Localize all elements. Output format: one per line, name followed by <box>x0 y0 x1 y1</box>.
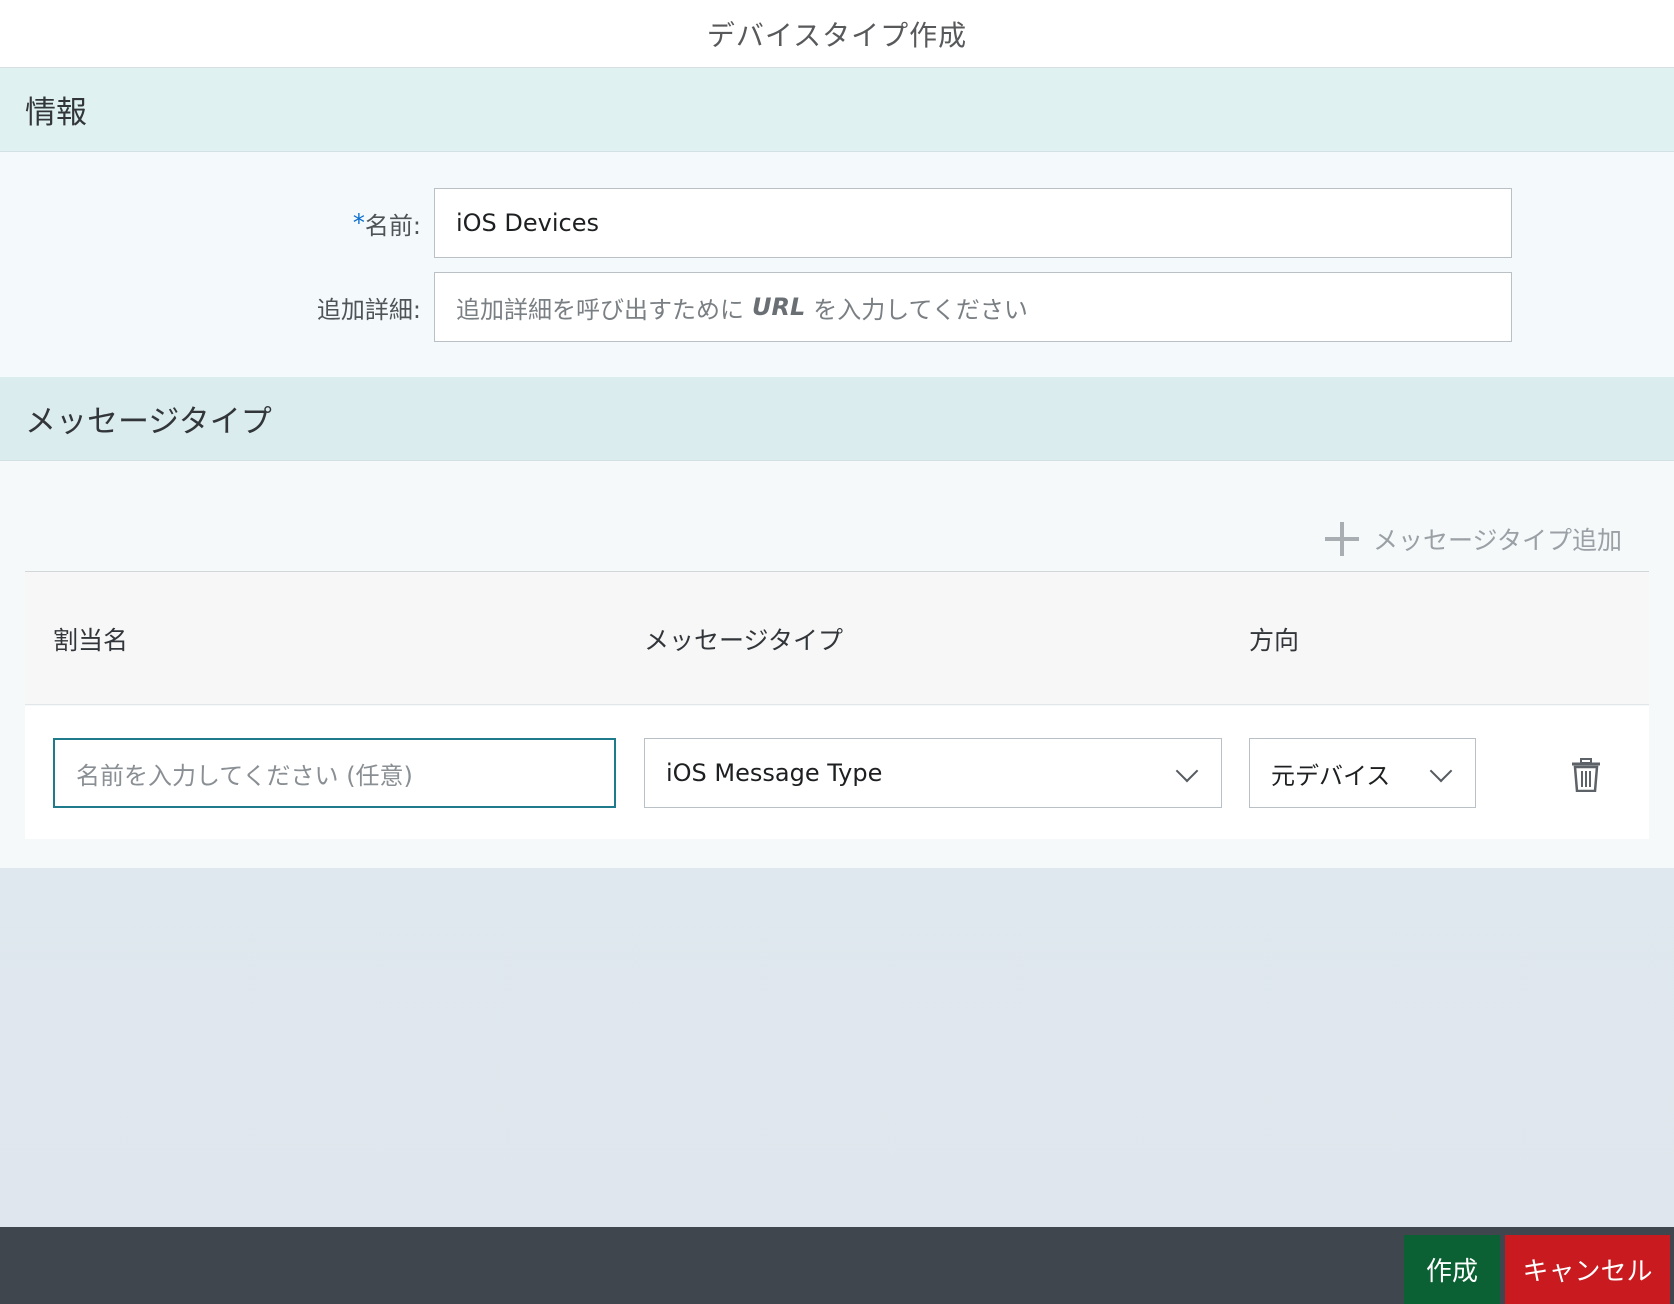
table-header: 割当名 メッセージタイプ 方向 <box>25 572 1649 705</box>
message-type-section-body: メッセージタイプ追加 割当名 メッセージタイプ 方向 名前を入力してください (… <box>0 461 1674 868</box>
add-message-type-button[interactable]: メッセージタイプ追加 <box>1324 509 1622 569</box>
dialog-title-bar: デバイスタイプ作成 <box>0 0 1674 68</box>
details-placeholder-after: を入力してください <box>813 295 1028 324</box>
chevron-down-icon <box>1175 759 1199 783</box>
message-type-section-header: メッセージタイプ <box>0 377 1674 461</box>
chevron-down-icon <box>1429 759 1453 783</box>
column-header-message-type: メッセージタイプ <box>644 625 844 655</box>
details-url-input[interactable]: 追加詳細を呼び出すために URL を入力してください <box>434 272 1512 342</box>
message-type-section-title: メッセージタイプ <box>25 404 272 440</box>
assigned-name-placeholder: 名前を入力してください (任意) <box>76 761 413 790</box>
assigned-name-input[interactable]: 名前を入力してください (任意) <box>53 738 616 808</box>
table-row: 名前を入力してください (任意) iOS Message Type 元デバイス <box>25 706 1649 839</box>
create-button[interactable]: 作成 <box>1404 1235 1500 1304</box>
details-row: 追加詳細: 追加詳細を呼び出すために URL を入力してください <box>0 272 1674 342</box>
details-placeholder-before: 追加詳細を呼び出すために <box>456 295 744 324</box>
direction-select[interactable]: 元デバイス <box>1249 738 1476 808</box>
name-label: * 名前: <box>353 188 421 258</box>
message-type-table: 割当名 メッセージタイプ 方向 名前を入力してください (任意) iOS Mes… <box>25 571 1649 839</box>
name-label-text: 名前: <box>364 211 421 240</box>
message-type-selected-value: iOS Message Type <box>666 759 883 787</box>
info-section-body: * 名前: iOS Devices 追加詳細: 追加詳細を呼び出すために URL… <box>0 152 1674 377</box>
message-type-select[interactable]: iOS Message Type <box>644 738 1222 808</box>
dialog-title: デバイスタイプ作成 <box>706 18 968 52</box>
name-row: * 名前: iOS Devices <box>0 188 1674 258</box>
plus-icon <box>1324 522 1359 556</box>
name-input[interactable]: iOS Devices <box>434 188 1512 258</box>
direction-selected-value: 元デバイス <box>1271 761 1391 790</box>
required-mark: * <box>352 209 365 237</box>
name-input-value: iOS Devices <box>456 209 600 237</box>
details-label: 追加詳細: <box>317 272 421 342</box>
info-section-header: 情報 <box>0 68 1674 152</box>
details-label-text: 追加詳細: <box>316 295 421 324</box>
column-header-direction: 方向 <box>1249 625 1300 655</box>
details-placeholder-url: URL <box>752 293 806 321</box>
dialog-footer: 作成 キャンセル <box>0 1227 1674 1304</box>
cancel-button[interactable]: キャンセル <box>1505 1235 1670 1304</box>
trash-icon[interactable] <box>1571 758 1601 792</box>
info-section-title: 情報 <box>25 95 87 131</box>
column-header-assigned-name: 割当名 <box>53 625 129 655</box>
add-message-type-label: メッセージタイプ追加 <box>1372 526 1622 555</box>
